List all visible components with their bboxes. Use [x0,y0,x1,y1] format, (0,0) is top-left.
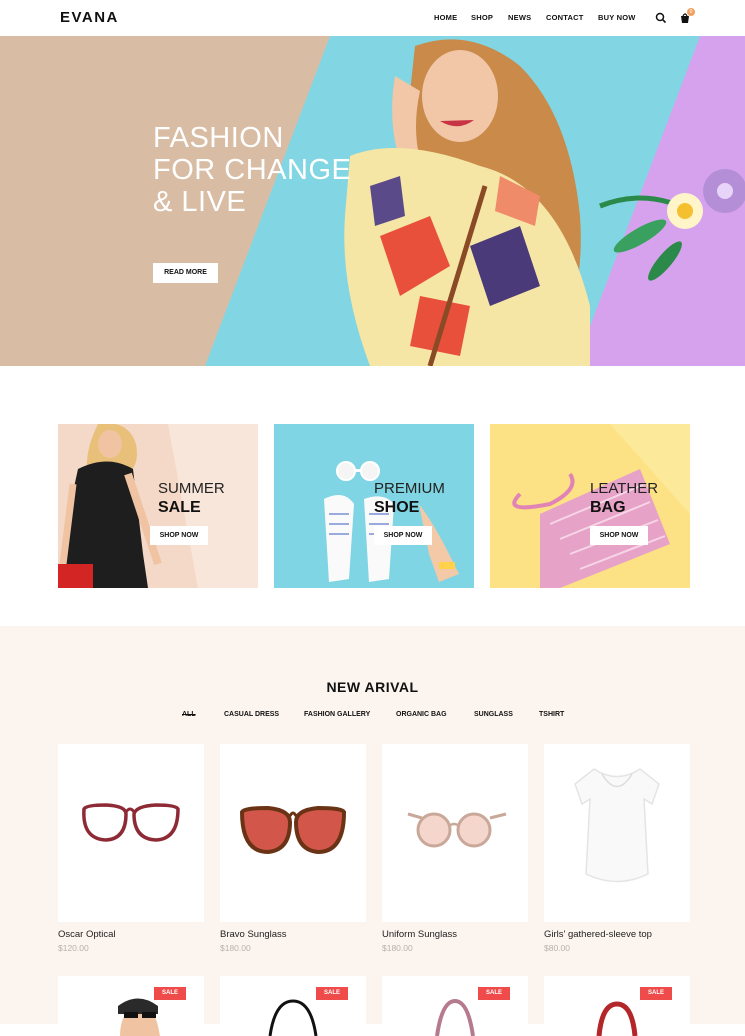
product-card[interactable] [220,976,366,1036]
product-name[interactable]: Girls' gathered-sleeve top [544,929,652,940]
hero-image [0,36,745,366]
product-card-oscar-optical[interactable] [58,744,204,922]
cart-count-badge: 0 [687,8,695,16]
product-image [118,998,160,1036]
promo-leather-bag[interactable]: LEATHER BAG SHOP NOW [490,424,690,588]
product-image [82,803,180,842]
product-image [596,1001,638,1036]
nav-news[interactable]: NEWS [508,13,531,22]
product-card-uniform-sunglass[interactable] [382,744,528,922]
hero-heading-bold: LIVE [181,186,247,218]
sale-badge: SALE [316,987,348,1000]
hero-heading-line3: & LIVE [153,186,246,219]
promo-subtitle: SALE [158,499,201,516]
product-image [239,805,347,855]
product-name[interactable]: Uniform Sunglass [382,929,457,940]
promo-premium-shoe[interactable]: PREMIUM SHOE SHOP NOW [274,424,474,588]
sale-badge: SALE [154,987,186,1000]
hero-heading-line1: FASHION [153,122,284,154]
nav-home[interactable]: HOME [434,13,457,22]
product-price: $180.00 [382,943,413,953]
promo-subtitle: SHOE [374,499,420,516]
filter-tshirt[interactable]: TSHIRT [539,711,564,718]
product-card[interactable] [544,976,690,1036]
filter-casual-dress[interactable]: CASUAL DRESS [224,711,279,718]
hero-heading-line2: FOR CHANGE [153,154,352,186]
product-image [574,768,660,883]
product-image [268,999,318,1036]
hero-banner: FASHION FOR CHANGE & LIVE READ MORE [0,36,745,366]
promo-subtitle: BAG [590,499,626,516]
filter-organic-bag[interactable]: ORGANIC BAG [396,711,447,718]
sale-badge: SALE [640,987,672,1000]
shop-now-button[interactable]: SHOP NOW [374,526,432,545]
nav-contact[interactable]: CONTACT [546,13,584,22]
product-card-bravo-sunglass[interactable] [220,744,366,922]
promo-title: LEATHER [590,480,659,497]
product-card-gathered-sleeve-top[interactable] [544,744,690,922]
promo-summer-sale[interactable]: SUMMER SALE SHOP NOW [58,424,258,588]
brand-logo[interactable]: EVANA [60,9,119,26]
product-card[interactable] [58,976,204,1036]
hero-heading-prefix: & [153,186,182,218]
filter-sunglass[interactable]: SUNGLASS [474,711,513,718]
product-image [407,812,507,848]
product-price: $120.00 [58,943,89,953]
product-name[interactable]: Oscar Optical [58,929,116,940]
read-more-button[interactable]: READ MORE [153,263,218,283]
product-image [435,998,475,1036]
product-name[interactable]: Bravo Sunglass [220,929,287,940]
search-icon[interactable] [654,11,668,25]
nav-shop[interactable]: SHOP [471,13,493,22]
filter-fashion-gallery[interactable]: FASHION GALLERY [304,711,370,718]
sale-badge: SALE [478,987,510,1000]
nav-buy-now[interactable]: BUY NOW [598,13,636,22]
product-price: $180.00 [220,943,251,953]
new-arrival-section: NEW ARIVAL ALL CASUAL DRESS FASHION GALL… [0,626,745,1036]
shop-now-button[interactable]: SHOP NOW [590,526,648,545]
filter-all[interactable]: ALL [182,711,196,718]
product-price: $80.00 [544,943,570,953]
promo-title: PREMIUM [374,480,445,497]
promo-title: SUMMER [158,480,225,497]
shop-now-button[interactable]: SHOP NOW [150,526,208,545]
product-card[interactable] [382,976,528,1036]
section-title: NEW ARIVAL [326,679,419,695]
top-nav: EVANA HOME SHOP NEWS CONTACT BUY NOW 0 [0,0,745,36]
